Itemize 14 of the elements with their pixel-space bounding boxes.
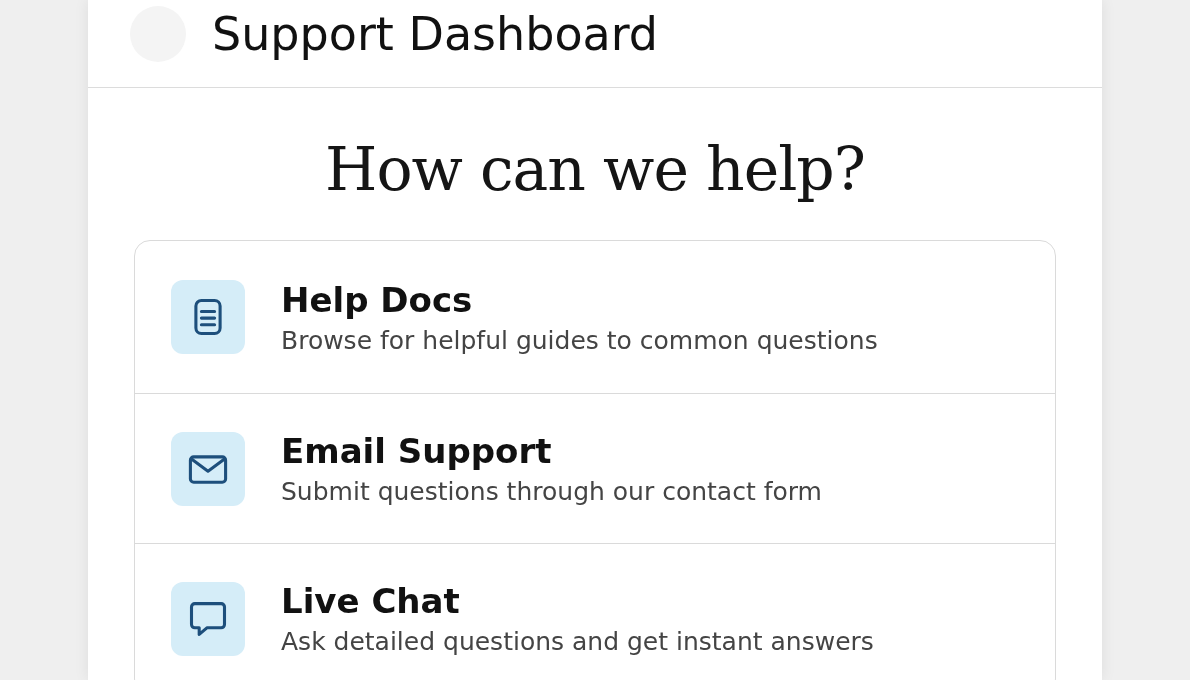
help-heading: How can we help? <box>324 134 866 204</box>
support-option[interactable]: Help Docs Browse for helpful guides to common questions <box>135 241 1055 394</box>
option-description: Browse for helpful guides to common questions <box>281 325 878 355</box>
chat-bubble-icon <box>171 581 245 656</box>
option-title: Email Support <box>281 431 553 471</box>
support-option[interactable]: Email Support Submit questions through our contact form <box>135 394 1055 544</box>
page-title: Support Dashboard <box>212 6 659 61</box>
option-title: Live Chat <box>281 581 461 621</box>
option-description: Submit questions through our contact form <box>281 477 822 506</box>
envelope-icon <box>171 431 245 506</box>
option-description: Ask detailed questions and get instant answers <box>281 627 874 656</box>
document-icon <box>171 280 245 354</box>
support-option[interactable]: Live Chat Ask detailed questions and get instant answers <box>135 544 1055 680</box>
option-title: Help Docs <box>281 279 474 320</box>
